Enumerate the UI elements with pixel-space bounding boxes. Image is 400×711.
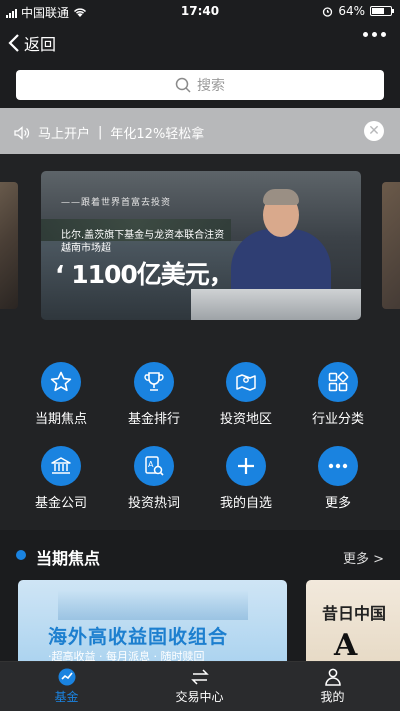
grid-label: 当期焦点 — [34, 412, 87, 427]
grid-item-industry[interactable]: 行业分类 — [292, 362, 384, 427]
bank-icon — [41, 446, 81, 486]
speaker-icon — [14, 125, 30, 140]
notice-bar[interactable]: 马上开户 | 年化12%轻松拿 ✕ — [0, 108, 400, 154]
chevron-left-icon — [8, 34, 19, 52]
search-input[interactable]: 搜索 — [16, 70, 384, 100]
grid-item-ranking[interactable]: 基金排行 — [108, 362, 200, 427]
card-title: 昔日中国 — [322, 604, 387, 623]
notice-text-right: 年化12%轻松拿 — [110, 127, 205, 142]
tab-label: 基金 — [54, 690, 79, 704]
category-icon — [318, 362, 358, 402]
banner-person-hair — [263, 189, 299, 205]
banner-prev-card[interactable] — [0, 182, 18, 309]
tab-label: 交易中心 — [175, 690, 224, 704]
grid-label: 更多 — [324, 496, 351, 511]
battery-icon — [370, 6, 394, 16]
grid-label: 基金排行 — [127, 412, 180, 427]
grid-item-hotwords[interactable]: A 投资热词 — [108, 446, 200, 511]
alarm-icon — [323, 6, 333, 17]
notice-content: 马上开户 | 年化12%轻松拿 — [14, 123, 204, 142]
banner-next-card[interactable] — [382, 182, 400, 309]
focus-cards: 海外高收益固收组合 ·超高收益 · 每月派息 · 随时赎回 昔日中国 A — [0, 580, 400, 661]
fund-icon — [0, 666, 133, 688]
more-dots-icon[interactable] — [363, 32, 386, 37]
notice-text-left: 马上开户 — [38, 127, 91, 142]
section-more-link[interactable]: 更多 > — [343, 548, 384, 567]
card-city-skyline — [58, 590, 248, 620]
card-title: 海外高收益固收组合 — [48, 626, 229, 648]
grid-item-company[interactable]: 基金公司 — [15, 446, 107, 511]
feature-grid: 当期焦点 基金排行 投资地区 行业分类 基金公司 A 投资热词 我的自选 更多 — [0, 344, 400, 530]
search-doc-icon: A — [134, 446, 174, 486]
banner-headline: 比尔.盖茨旗下基金与龙资本联合注资越南市场超 — [61, 230, 225, 254]
battery-percent: 64% — [338, 4, 365, 18]
focus-card[interactable]: 海外高收益固收组合 ·超高收益 · 每月派息 · 随时赎回 — [18, 580, 287, 661]
grid-item-watchlist[interactable]: 我的自选 — [200, 446, 292, 511]
tab-bar: 基金 交易中心 我的 — [0, 661, 400, 711]
notice-separator: | — [98, 125, 103, 140]
status-right: 64% — [322, 4, 394, 18]
map-icon — [226, 362, 266, 402]
close-icon[interactable]: ✕ — [364, 121, 384, 141]
tab-fund[interactable]: 基金 — [0, 666, 133, 705]
focus-card[interactable]: 昔日中国 A — [306, 580, 400, 661]
banner-card[interactable]: ——跟着世界首富去投资 比尔.盖茨旗下基金与龙资本联合注资越南市场超 ‘ 110… — [41, 171, 361, 320]
card-big-text: A — [334, 628, 358, 661]
grid-item-region[interactable]: 投资地区 — [200, 362, 292, 427]
banner-table — [191, 289, 361, 320]
trophy-icon — [134, 362, 174, 402]
tab-mine[interactable]: 我的 — [266, 666, 399, 705]
exchange-icon — [133, 666, 266, 688]
search-placeholder: 搜索 — [197, 78, 225, 94]
svg-text:A: A — [148, 460, 154, 469]
search-bar: 搜索 — [0, 62, 400, 108]
grid-label: 基金公司 — [34, 496, 87, 511]
card-subtitle: ·超高收益 · 每月派息 · 随时赎回 — [48, 650, 205, 661]
status-bar: 中国联通 17:40 64% — [0, 0, 400, 22]
tab-exchange[interactable]: 交易中心 — [133, 666, 266, 705]
banner-subtitle: ——跟着世界首富去投资 — [61, 198, 172, 208]
star-icon — [41, 362, 81, 402]
grid-label: 我的自选 — [219, 496, 272, 511]
grid-item-focus[interactable]: 当期焦点 — [15, 362, 107, 427]
section-dot — [16, 550, 26, 560]
more-icon — [318, 446, 358, 486]
grid-label: 行业分类 — [311, 412, 364, 427]
back-button[interactable]: 返回 — [8, 31, 56, 55]
user-icon — [266, 666, 399, 688]
section-header: 当期焦点 更多 > — [0, 530, 400, 580]
grid-item-more[interactable]: 更多 — [292, 446, 384, 511]
back-label: 返回 — [24, 35, 57, 54]
tab-label: 我的 — [320, 690, 345, 704]
grid-label: 投资热词 — [127, 496, 180, 511]
section-title: 当期焦点 — [36, 549, 101, 568]
search-icon — [175, 77, 191, 93]
plus-icon — [226, 446, 266, 486]
banner-big-text: ‘ 1100亿美元， — [55, 260, 234, 289]
nav-bar: 返回 — [0, 22, 400, 62]
grid-label: 投资地区 — [219, 412, 272, 427]
banner-carousel[interactable]: ——跟着世界首富去投资 比尔.盖茨旗下基金与龙资本联合注资越南市场超 ‘ 110… — [0, 154, 400, 344]
